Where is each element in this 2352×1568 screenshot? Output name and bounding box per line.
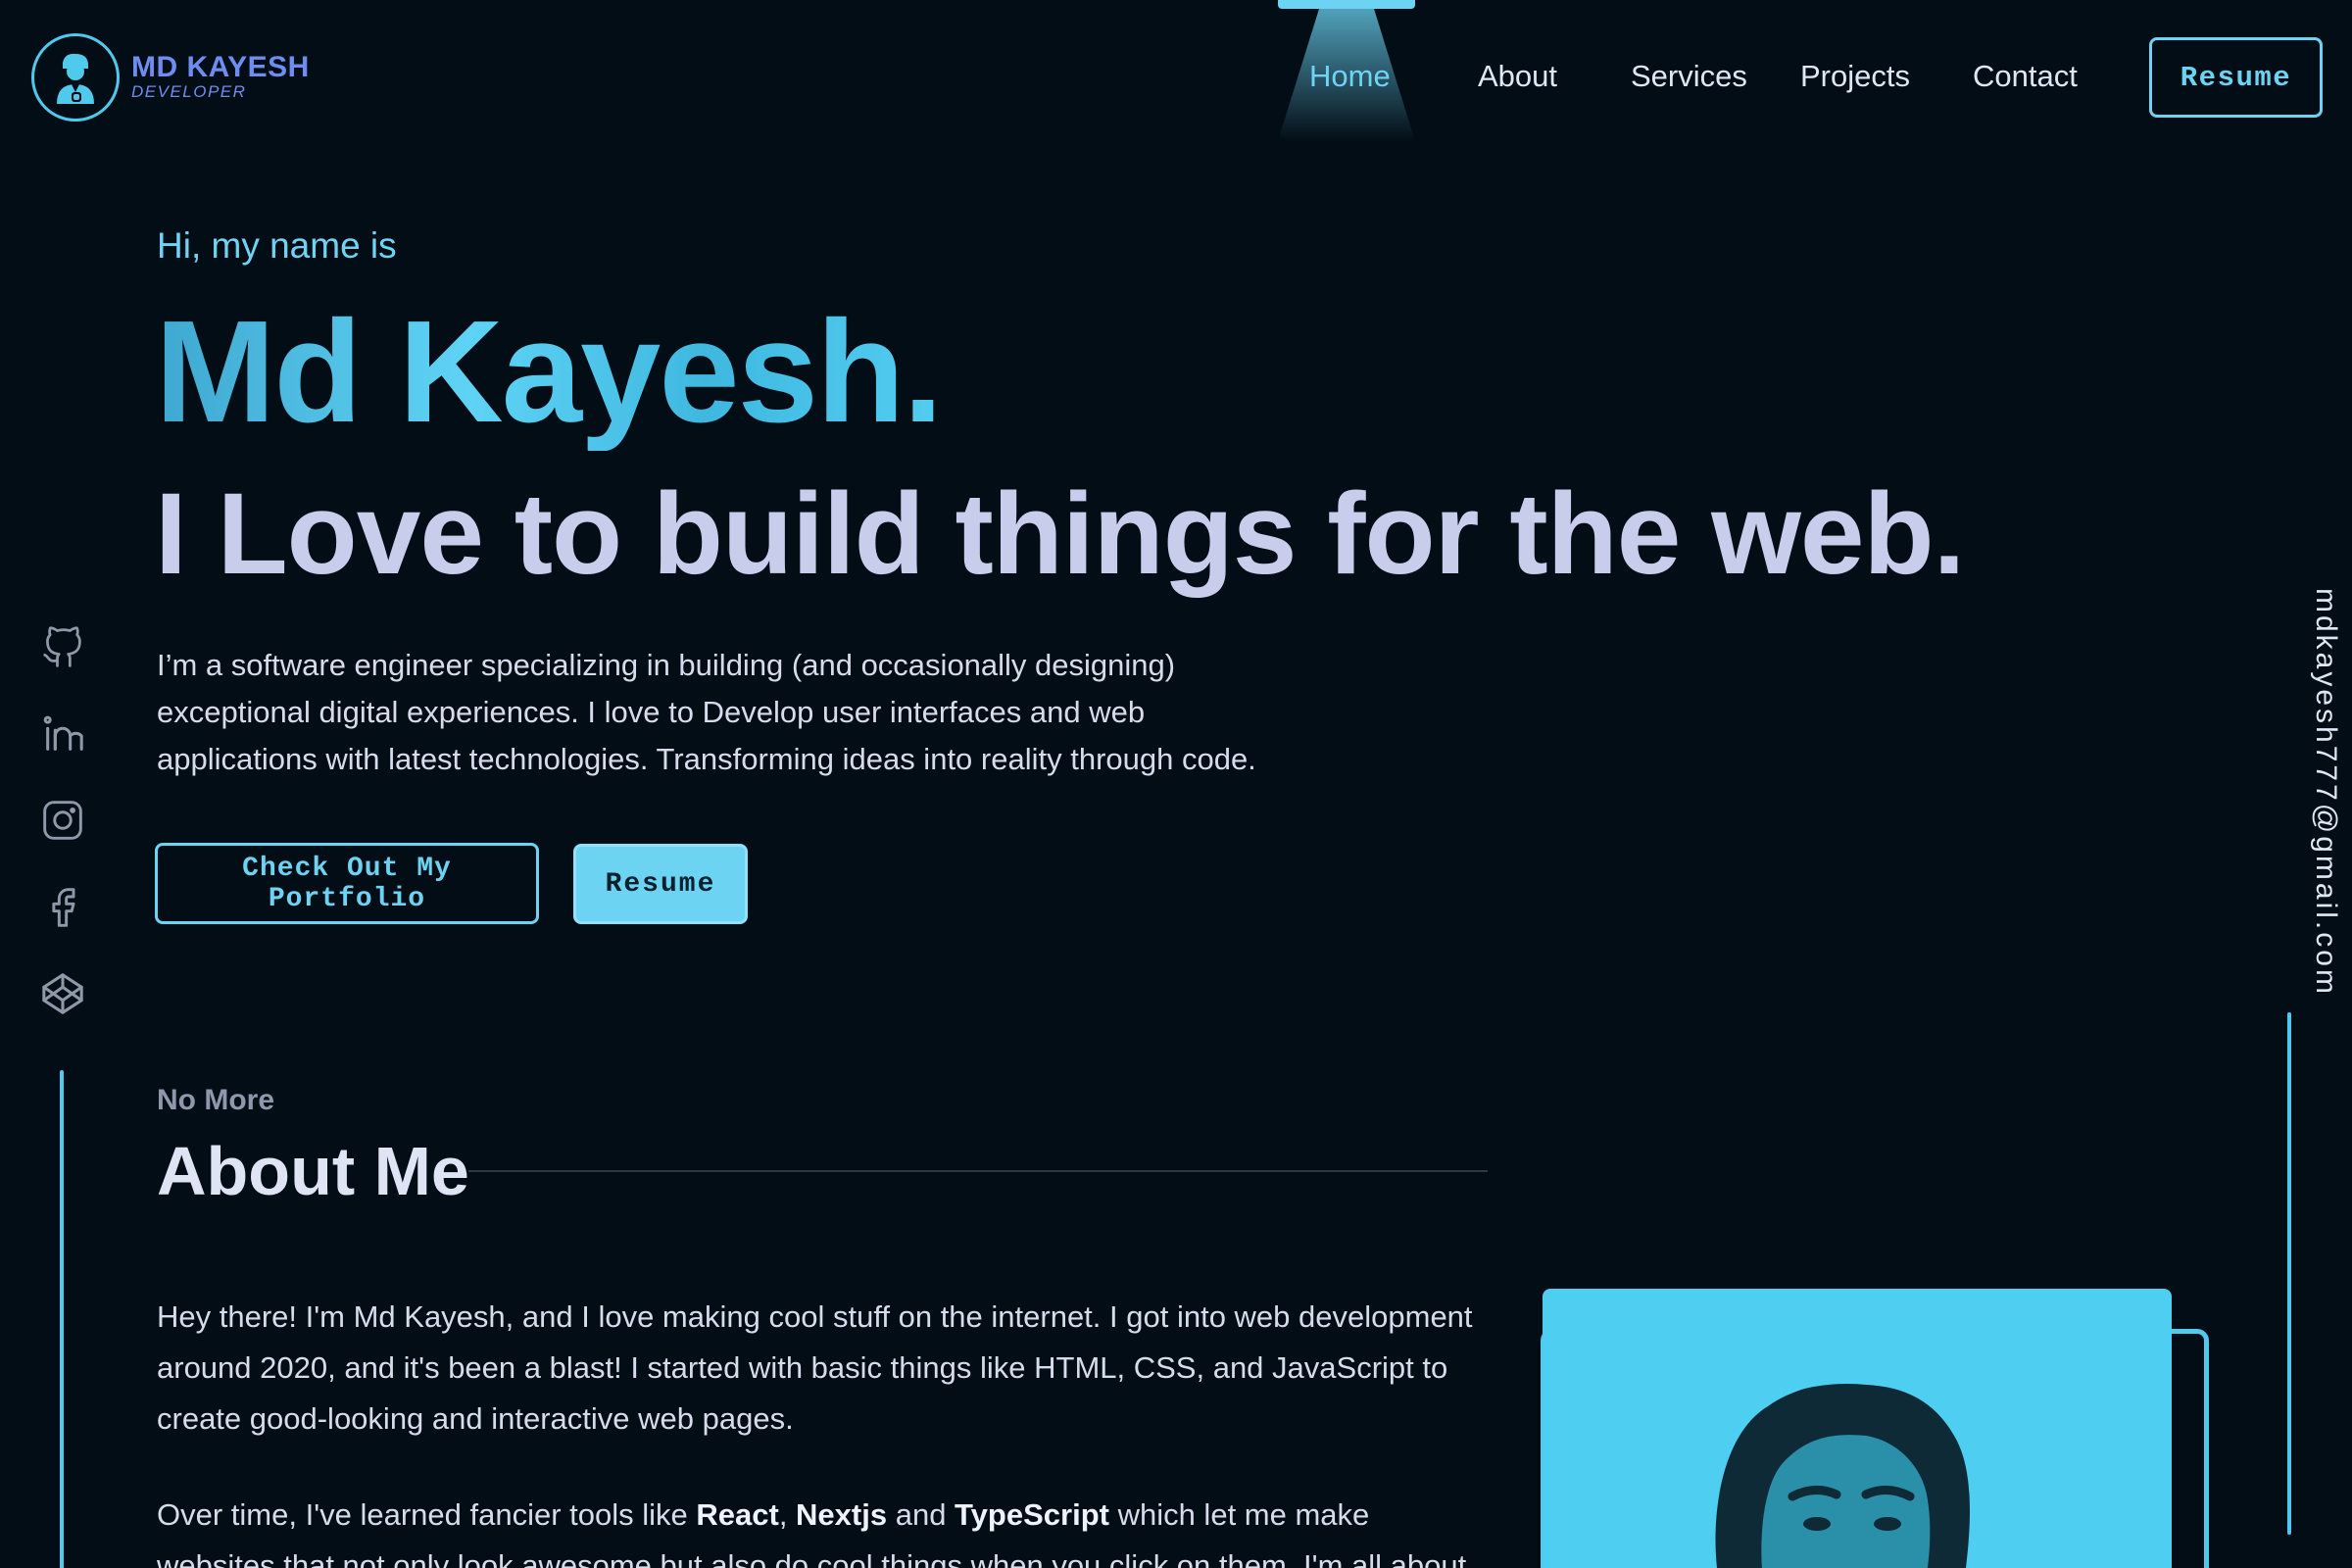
nav-home[interactable]: Home [1309, 59, 1391, 94]
nav-services[interactable]: Services [1631, 59, 1747, 94]
about-title: About Me [157, 1133, 469, 1209]
about-p2-sep: and [887, 1497, 956, 1532]
about-title-rule [468, 1170, 1488, 1172]
nav-about[interactable]: About [1478, 59, 1557, 94]
instagram-icon[interactable] [37, 795, 88, 846]
brand-role: DEVELOPER [131, 82, 247, 101]
about-kicker: No More [157, 1084, 274, 1116]
portfolio-page: MD KAYESH DEVELOPER Home About Services … [0, 0, 2352, 1568]
profile-photo [1543, 1289, 2172, 1568]
codepen-icon[interactable] [37, 968, 88, 1019]
nav-contact[interactable]: Contact [1973, 59, 2078, 94]
active-nav-indicator [1278, 0, 1415, 9]
tech-typescript: TypeScript [955, 1497, 1109, 1532]
about-p2-sep: , [778, 1497, 797, 1532]
tech-react: React [696, 1497, 779, 1532]
linkedin-icon[interactable] [37, 709, 88, 760]
nav-projects[interactable]: Projects [1800, 59, 1910, 94]
hero-tagline: I Love to build things for the web. [155, 469, 1965, 599]
hero-resume-button[interactable]: Resume [573, 844, 748, 924]
hero-description: I’m a software engineer specializing in … [157, 648, 1256, 776]
tech-nextjs: Nextjs [796, 1497, 888, 1532]
hero-name: Md Kayesh. [155, 291, 943, 453]
about-p2-text: Over time, I've learned fancier tools li… [157, 1497, 697, 1532]
email-divider-line [2287, 1012, 2291, 1535]
social-divider-line [60, 1070, 64, 1568]
check-portfolio-button[interactable]: Check Out My Portfolio [155, 843, 539, 924]
nav-resume-button[interactable]: Resume [2149, 37, 2323, 118]
email-link[interactable]: mdkayesh777@gmail.com [2309, 588, 2342, 997]
brand-name: MD KAYESH [131, 51, 310, 83]
about-paragraph-1: Hey there! I'm Md Kayesh, and I love mak… [157, 1299, 1473, 1436]
about-paragraph-2: Over time, I've learned fancier tools li… [157, 1490, 1480, 1568]
developer-avatar-icon [31, 33, 120, 122]
site-logo[interactable]: MD KAYESH DEVELOPER [31, 33, 310, 122]
hero-greeting: Hi, my name is [157, 225, 397, 266]
github-icon[interactable] [37, 622, 88, 673]
facebook-icon[interactable] [37, 882, 88, 933]
